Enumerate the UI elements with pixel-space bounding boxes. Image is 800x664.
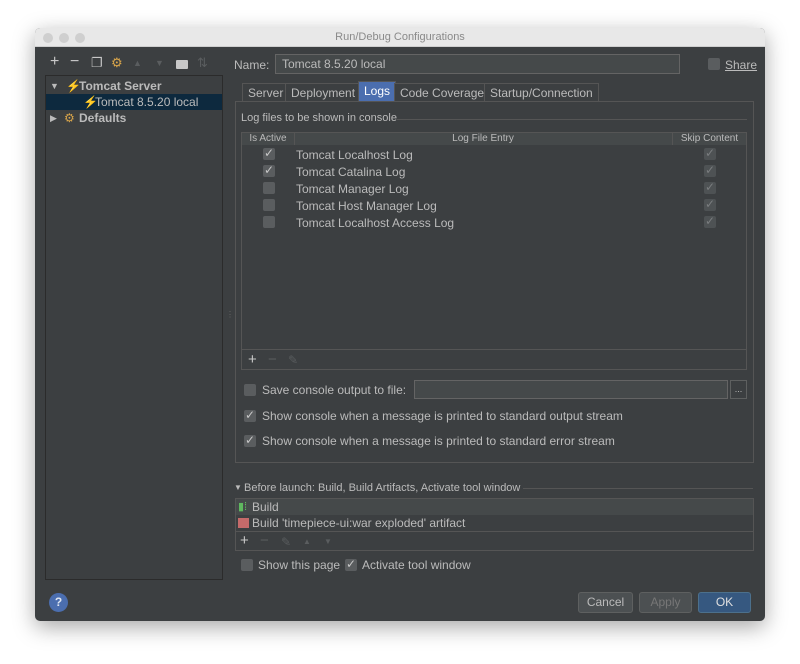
tree-item-tomcat-server[interactable]: ▼ ⚡ Tomcat Server <box>46 78 222 94</box>
tab-logs[interactable]: Logs <box>358 81 397 101</box>
title-bar: Run/Debug Configurations <box>35 28 765 47</box>
remove-log-icon[interactable]: − <box>268 351 277 368</box>
show-this-page-checkbox[interactable] <box>241 559 253 571</box>
wrench-icon[interactable]: ⚙ <box>111 55 123 71</box>
build-icon: ▮⁞ <box>238 501 248 513</box>
save-console-path-input[interactable] <box>414 380 728 399</box>
stderr-label: Show console when a message is printed t… <box>262 434 615 448</box>
table-row[interactable]: Tomcat Manager Log ✓ <box>242 180 746 197</box>
splitter-handle[interactable]: ⋮ <box>226 310 234 319</box>
save-console-label: Save console output to file: <box>262 383 407 397</box>
column-header-is-active[interactable]: Is Active <box>242 133 295 145</box>
list-toolbar: + − ✎ ▲ ▼ <box>236 531 753 551</box>
before-launch-toggle-icon[interactable]: ▼ <box>234 483 242 492</box>
table-row[interactable]: ✓ Tomcat Catalina Log ✓ <box>242 163 746 180</box>
close-window-button[interactable] <box>43 33 53 43</box>
is-active-checkbox[interactable]: ✓ <box>263 147 275 160</box>
name-label: Name: <box>234 58 270 72</box>
tab-code-coverage[interactable]: Code Coverage <box>394 83 491 101</box>
before-launch-list: ▮⁞ Build Build 'timepiece-ui:war explode… <box>235 498 754 551</box>
add-task-icon[interactable]: + <box>240 532 249 549</box>
save-console-checkbox[interactable] <box>244 384 256 396</box>
is-active-checkbox[interactable]: ✓ <box>263 164 275 177</box>
sort-icon[interactable]: ⇅ <box>197 55 208 71</box>
is-active-checkbox[interactable] <box>263 199 275 211</box>
move-down-icon[interactable]: ▼ <box>324 537 332 546</box>
share-label: Share <box>725 58 758 72</box>
column-header-skip-content[interactable]: Skip Content <box>672 133 746 145</box>
copy-icon[interactable]: ❐ <box>91 55 103 71</box>
expand-arrow-icon[interactable]: ▼ <box>50 78 59 94</box>
log-file-entry: Tomcat Host Manager Log <box>296 199 437 213</box>
edit-log-icon[interactable]: ✎ <box>288 353 298 367</box>
help-button[interactable]: ? <box>49 593 68 612</box>
tree-item-defaults[interactable]: ▶ ⚙ Defaults <box>46 110 222 126</box>
stderr-checkbox[interactable]: ✓ <box>244 434 256 447</box>
browse-button[interactable]: ... <box>730 380 747 399</box>
tab-deployment[interactable]: Deployment <box>285 83 362 101</box>
share-checkbox[interactable] <box>708 58 720 70</box>
section-divider <box>523 488 753 489</box>
window-title: Run/Debug Configurations <box>335 31 465 43</box>
table-row[interactable]: Tomcat Host Manager Log ✓ <box>242 197 746 214</box>
edit-task-icon[interactable]: ✎ <box>281 535 291 549</box>
move-up-icon[interactable]: ▲ <box>303 537 311 546</box>
skip-content-checkbox: ✓ <box>704 163 716 177</box>
tab-startup-connection[interactable]: Startup/Connection <box>484 83 599 101</box>
table-row[interactable]: Tomcat Localhost Access Log ✓ <box>242 214 746 231</box>
tree-item-tomcat-local[interactable]: ⚡ Tomcat 8.5.20 local <box>46 94 222 110</box>
artifact-icon <box>238 518 249 528</box>
minimize-window-button[interactable] <box>59 33 69 43</box>
log-file-entry: Tomcat Localhost Access Log <box>296 216 455 230</box>
plus-icon[interactable]: + <box>50 53 59 71</box>
show-this-page-label: Show this page <box>258 558 341 572</box>
list-item[interactable]: Build 'timepiece-ui:war exploded' artifa… <box>236 515 753 531</box>
config-tree: ▼ ⚡ Tomcat Server ⚡ Tomcat 8.5.20 local … <box>45 75 223 580</box>
section-divider <box>397 119 747 120</box>
list-item[interactable]: ▮⁞ Build <box>236 499 753 515</box>
tab-server[interactable]: Server <box>242 83 290 101</box>
minus-icon[interactable]: − <box>70 53 79 71</box>
add-log-icon[interactable]: + <box>248 351 257 368</box>
is-active-checkbox[interactable] <box>263 182 275 194</box>
table-toolbar: + − ✎ <box>242 349 746 370</box>
remove-task-icon[interactable]: − <box>260 532 269 549</box>
log-file-entry: Tomcat Catalina Log <box>296 165 406 179</box>
skip-content-checkbox: ✓ <box>704 146 716 160</box>
cancel-button[interactable]: Cancel <box>578 592 633 613</box>
stdout-checkbox[interactable]: ✓ <box>244 409 256 422</box>
collapse-arrow-icon[interactable]: ▶ <box>50 110 57 126</box>
folder-icon[interactable] <box>176 60 188 69</box>
table-header: Is Active Log File Entry Skip Content <box>242 133 746 145</box>
activate-tool-window-checkbox[interactable]: ✓ <box>345 558 357 571</box>
log-files-section-title: Log files to be shown in console <box>241 112 397 124</box>
wrench-icon: ⚙ <box>64 111 75 125</box>
before-launch-title[interactable]: Before launch: Build, Build Artifacts, A… <box>244 482 520 494</box>
skip-content-checkbox: ✓ <box>704 180 716 194</box>
is-active-checkbox[interactable] <box>263 216 275 228</box>
table-row[interactable]: ✓ Tomcat Localhost Log ✓ <box>242 146 746 163</box>
zoom-window-button[interactable] <box>75 33 85 43</box>
skip-content-checkbox: ✓ <box>704 214 716 228</box>
log-file-entry: Tomcat Manager Log <box>296 182 409 196</box>
name-input[interactable] <box>275 54 680 74</box>
arrow-up-icon[interactable]: ▲ <box>133 58 142 68</box>
stdout-label: Show console when a message is printed t… <box>262 409 623 423</box>
activate-tool-window-label: Activate tool window <box>362 558 471 572</box>
log-file-entry: Tomcat Localhost Log <box>296 148 413 162</box>
arrow-down-icon[interactable]: ▼ <box>155 58 164 68</box>
ok-button[interactable]: OK <box>698 592 751 613</box>
log-files-table: Is Active Log File Entry Skip Content ✓ … <box>241 132 747 370</box>
run-debug-dialog: Run/Debug Configurations + − ❐ ⚙ ▲ ▼ ⇅ ▼… <box>35 28 765 621</box>
skip-content-checkbox: ✓ <box>704 197 716 211</box>
column-header-log-file-entry[interactable]: Log File Entry <box>296 133 670 145</box>
apply-button[interactable]: Apply <box>639 592 692 613</box>
